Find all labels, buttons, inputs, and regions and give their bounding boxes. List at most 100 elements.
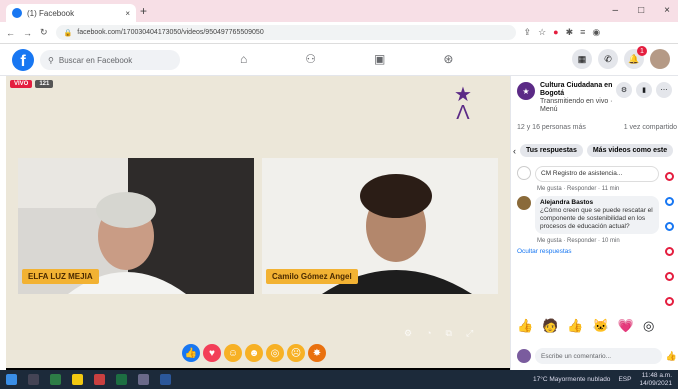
page-name[interactable]: Cultura Ciudadana en Bogotá (540, 82, 622, 98)
chrome-icon[interactable] (50, 374, 61, 385)
user-avatar (517, 349, 531, 363)
tab-close-icon[interactable]: × (125, 9, 130, 18)
puzzle-icon[interactable]: ✱ (566, 27, 574, 38)
thumbs-up-sticker-icon[interactable]: 👍 (517, 318, 533, 334)
live-indicator: VIVO 121 (10, 80, 54, 88)
comment-item: Alejandra Bastos ¿Cómo creen que se pued… (517, 196, 667, 234)
love-reaction-icon[interactable]: ♥ (203, 344, 221, 362)
page-subtitle: Transmitiendo en vivo · Menú (540, 98, 613, 113)
settings-gear-icon[interactable]: ⚙ (404, 328, 412, 339)
settings-gear-icon[interactable] (138, 374, 149, 385)
comment-placeholder: Escribe un comentario... (541, 352, 612, 360)
browser-tab[interactable]: (1) Facebook × (6, 4, 136, 22)
channel-logo-icon: ★ Ʌ (454, 84, 472, 124)
comment-meta[interactable]: Me gusta · Responder · 11 min (537, 186, 667, 192)
comment-avatar[interactable] (517, 196, 531, 210)
viewer-count-badge: 121 (35, 80, 54, 88)
reading-list-icon[interactable]: ≡ (580, 27, 585, 38)
lock-icon: 🔒 (63, 29, 73, 37)
language-indicator[interactable]: ESP (618, 376, 631, 383)
friends-icon[interactable]: ⚇ (305, 52, 316, 66)
ring-sticker-icon[interactable]: ◎ (643, 318, 654, 334)
notifications-bell-icon[interactable]: 🔔 1 (624, 46, 647, 69)
tab-your-replies[interactable]: Tus respuestas (520, 144, 583, 157)
app-icon[interactable] (94, 374, 105, 385)
profile-icon[interactable]: ◉ (592, 27, 600, 38)
close-window-button[interactable]: × (664, 5, 670, 16)
extension-icons: ⇪ ☆ ● ✱ ≡ ◉ (524, 27, 601, 38)
comment-avatar[interactable] (517, 166, 531, 180)
heart-sticker-icon[interactable]: 💗 (618, 318, 634, 334)
comment-text: CM Registro de asistencia... (541, 170, 623, 177)
share-icon[interactable]: ⇪ (524, 27, 532, 38)
facebook-search-input[interactable]: ⚲ Buscar en Facebook (40, 50, 180, 70)
marker-icon (665, 272, 674, 281)
hide-replies-link[interactable]: Ocultar respuestas (517, 248, 667, 255)
back-icon[interactable]: ← (6, 28, 15, 38)
fullscreen-icon[interactable]: ⤢ (466, 328, 473, 339)
haha-reaction-icon[interactable]: ☻ (245, 344, 263, 362)
share-count[interactable]: 1 vez compartido (624, 124, 677, 131)
facebook-logo-icon[interactable]: f (12, 49, 34, 71)
facebook-header-actions: ▦ ✆ 🔔 1 (572, 46, 670, 69)
participant-video-1: ELFA LUZ MEJIA (18, 158, 254, 294)
marker-icon (665, 197, 674, 206)
messenger-icon[interactable]: ✆ (598, 49, 618, 69)
like-reaction-icon[interactable]: 👍 (182, 344, 200, 362)
sad-reaction-icon[interactable]: ☹ (287, 344, 305, 362)
comment-input[interactable]: Escribe un comentario... (535, 348, 662, 364)
more-options-icon[interactable]: ⋯ (656, 82, 672, 98)
excel-icon[interactable] (116, 374, 127, 385)
facebook-nav: ⌂ ⚇ ▣ ⊛ (240, 52, 453, 66)
minimize-button[interactable]: ‒ (613, 5, 619, 16)
task-view-icon[interactable] (28, 374, 39, 385)
participant-1-name: ELFA LUZ MEJIA (22, 269, 99, 284)
system-tray: 17°C Mayormente nublado ESP 11:48 a.m. 1… (533, 372, 672, 388)
facebook-favicon-icon (12, 8, 22, 18)
forward-icon[interactable]: → (23, 28, 32, 38)
pip-icon[interactable]: ⧉ (446, 328, 452, 339)
url-bar[interactable]: 🔒 facebook.com/170030404173050/videos/95… (55, 25, 516, 40)
participant-2-name: Camilo Gómez Angel (266, 269, 358, 284)
participant-video-2: Camilo Gómez Angel (262, 158, 498, 294)
weather-text[interactable]: 17°C Mayormente nublado (533, 376, 610, 383)
angry-reaction-icon[interactable]: ✸ (308, 344, 326, 362)
thumbs-sticker-icon[interactable]: 👍 (567, 318, 583, 334)
start-icon[interactable] (6, 374, 17, 385)
reload-icon[interactable]: ↻ (40, 27, 48, 38)
tab-more-videos[interactable]: Más videos como este (586, 144, 674, 157)
comment-meta[interactable]: Me gusta · Responder · 10 min (537, 238, 667, 244)
marker-icon (665, 222, 674, 231)
maximize-button[interactable]: □ (638, 5, 644, 16)
character-sticker-icon[interactable]: 🧑 (542, 318, 558, 334)
reaction-count[interactable]: 12 y 16 personas más (517, 124, 586, 131)
page-avatar[interactable]: ★ (517, 82, 535, 100)
file-explorer-icon[interactable] (72, 374, 83, 385)
wow-reaction-icon[interactable]: ◎ (266, 344, 284, 362)
chevron-left-icon[interactable]: ‹ (513, 146, 516, 156)
new-tab-button[interactable]: + (140, 4, 147, 18)
extension-icon[interactable]: ● (553, 27, 558, 38)
volume-icon[interactable]: ◔ (426, 328, 431, 339)
comment-author[interactable]: Alejandra Bastos (540, 199, 654, 207)
clock[interactable]: 11:48 a.m. 14/09/2021 (639, 372, 672, 388)
groups-icon[interactable]: ⊛ (443, 52, 453, 66)
video-controls: ⚙ ◔ ⧉ ⤢ (404, 328, 473, 339)
window-controls: ‒ □ × (613, 5, 670, 16)
account-avatar[interactable] (650, 49, 670, 69)
video-player[interactable]: VIVO 121 ★ Ʌ ELFA LUZ MEJIA Camilo Gómez… (6, 76, 510, 370)
settings-gear-icon[interactable]: ⚙ (616, 82, 632, 98)
cat-sticker-icon[interactable]: 🐱 (593, 318, 609, 334)
sticker-row: 👍 🧑 👍 🐱 💗 ◎ (517, 318, 654, 334)
watch-icon[interactable]: ▣ (374, 52, 385, 66)
bookmark-star-icon[interactable]: ☆ (538, 27, 546, 38)
menu-grid-icon[interactable]: ▦ (572, 49, 592, 69)
home-icon[interactable]: ⌂ (240, 52, 247, 66)
comments-list: CM Registro de asistencia... Me gusta · … (517, 166, 667, 261)
tab-title: (1) Facebook (27, 8, 75, 18)
live-side-panel: ★ Cultura Ciudadana en Bogotá Transmitie… (510, 76, 678, 370)
like-button-icon[interactable]: 👍 (666, 351, 677, 362)
care-reaction-icon[interactable]: ☺ (224, 344, 242, 362)
save-icon[interactable]: ▮ (636, 82, 652, 98)
word-icon[interactable] (160, 374, 171, 385)
